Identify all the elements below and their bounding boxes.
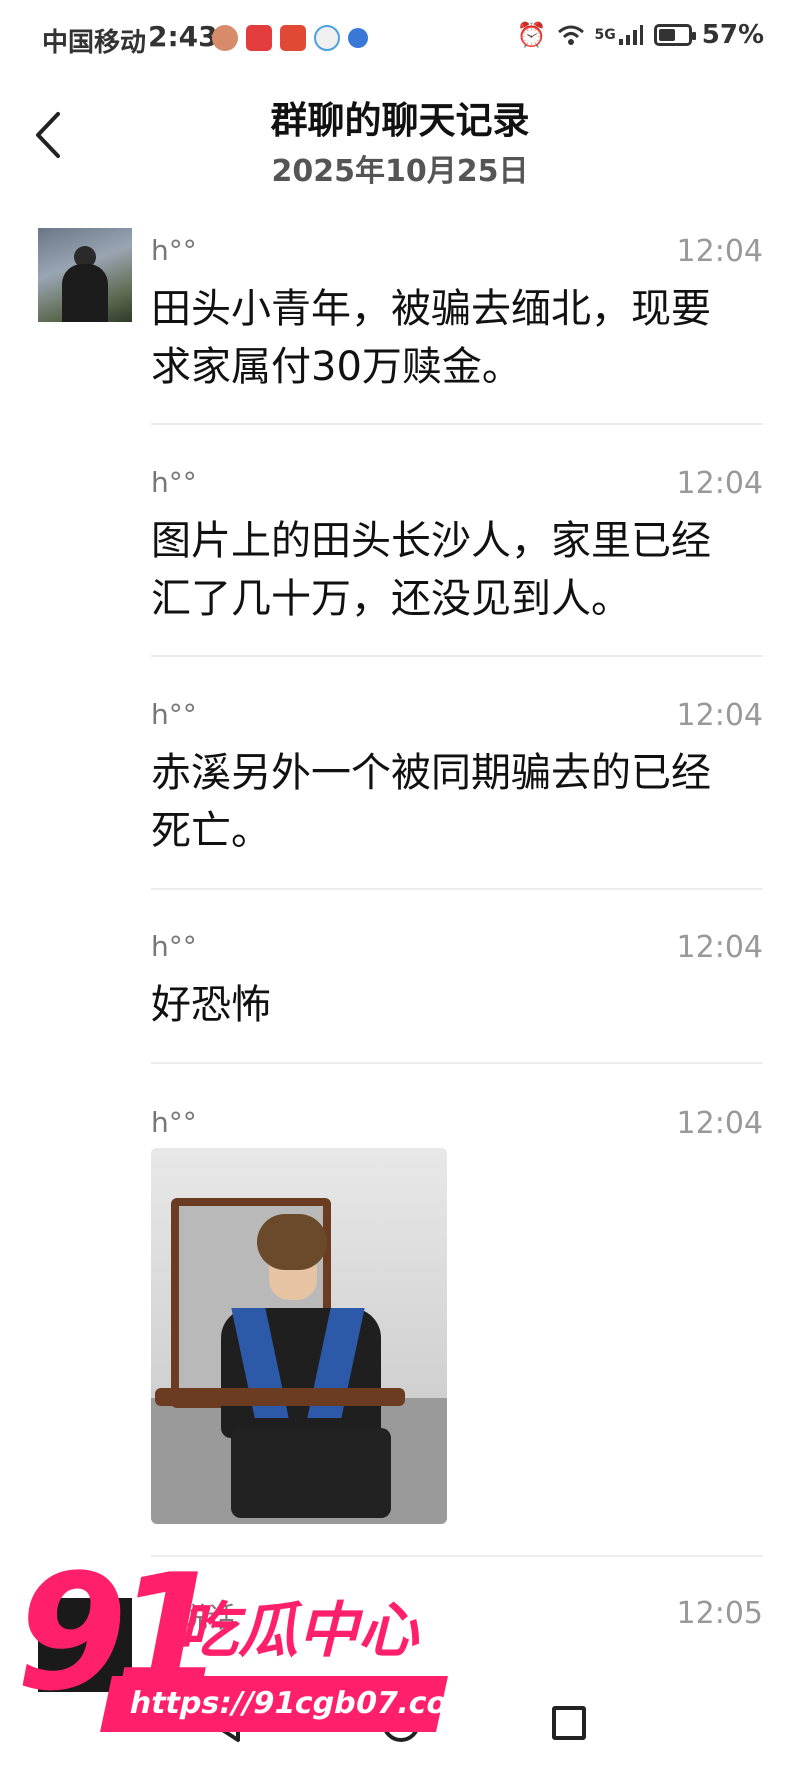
photo-person-hair (257, 1214, 327, 1270)
status-bar: 中国移动 2:43 ⏰ 5G 57% (0, 0, 800, 78)
app-notification-icon (212, 25, 238, 51)
photo-person (191, 1208, 391, 1518)
message-time: 12:04 (676, 930, 763, 965)
signal-icon (618, 25, 643, 45)
network-type: 5G (594, 27, 616, 43)
alarm-icon: ⏰ (516, 21, 547, 49)
clock: 2:43 (148, 20, 218, 53)
message-time: 12:04 (676, 466, 763, 501)
watermark-url: https://91cgb07.com (100, 1676, 482, 1732)
message-time: 12:05 (676, 1596, 763, 1631)
app-notification-icon (246, 25, 272, 51)
message-item[interactable]: h°° 12:04 田头小青年，被骗去缅北，现要求家属付30万赎金。 (151, 234, 763, 390)
app-notification-icon (348, 28, 368, 48)
battery-icon (653, 24, 696, 46)
message-item[interactable]: h°° 12:04 (151, 1106, 763, 1146)
watermark-name: 吃瓜中心 (178, 1596, 418, 1666)
battery-percent: 57% (701, 20, 764, 50)
message-sender: h°° (151, 466, 197, 499)
photo-person-legs (231, 1428, 391, 1518)
message-item[interactable]: h°° 12:04 图片上的田头长沙人，家里已经汇了几十万，还没见到人。 (151, 466, 763, 622)
avatar-figure-body (62, 264, 108, 322)
message-sender: h°° (151, 234, 197, 267)
message-sender: h°° (151, 698, 197, 731)
battery-fill (658, 29, 675, 41)
wifi-icon (557, 25, 584, 45)
message-text: 图片上的田头长沙人，家里已经汇了几十万，还没见到人。 (151, 518, 711, 622)
photo-armrest (155, 1388, 405, 1406)
system-status: ⏰ 5G 57% (517, 20, 764, 50)
message-text: 田头小青年，被骗去缅北，现要求家属付30万赎金。 (151, 286, 711, 390)
message-time: 12:04 (676, 698, 763, 733)
app-notification-icon (314, 25, 340, 51)
watermark: 91 吃瓜中心 https://91cgb07.com (10, 1548, 482, 1762)
avatar[interactable] (38, 228, 132, 322)
message-divider (151, 655, 763, 657)
message-time: 12:04 (676, 1106, 763, 1141)
message-sender: h°° (151, 930, 197, 963)
notification-icons (212, 22, 368, 54)
message-text: 好恐怖 (151, 982, 271, 1028)
page-subtitle-date: 2025年10月25日 (271, 154, 529, 189)
message-divider (151, 1062, 763, 1064)
photo-message[interactable] (151, 1148, 447, 1524)
message-text: 赤溪另外一个被同期骗去的已经死亡。 (151, 750, 711, 854)
carrier-label: 中国移动 (42, 28, 147, 58)
app-notification-icon (280, 25, 306, 51)
nav-recent-apps-icon[interactable] (552, 1706, 586, 1740)
page-title: 群聊的聊天记录 (270, 99, 530, 142)
message-divider (151, 423, 763, 425)
message-sender: h°° (151, 1106, 197, 1139)
message-divider (151, 888, 763, 890)
message-item[interactable]: h°° 12:04 赤溪另外一个被同期骗去的已经死亡。 (151, 698, 763, 854)
message-item[interactable]: h°° 12:04 好恐怖 (151, 930, 763, 1040)
message-time: 12:04 (676, 234, 763, 269)
